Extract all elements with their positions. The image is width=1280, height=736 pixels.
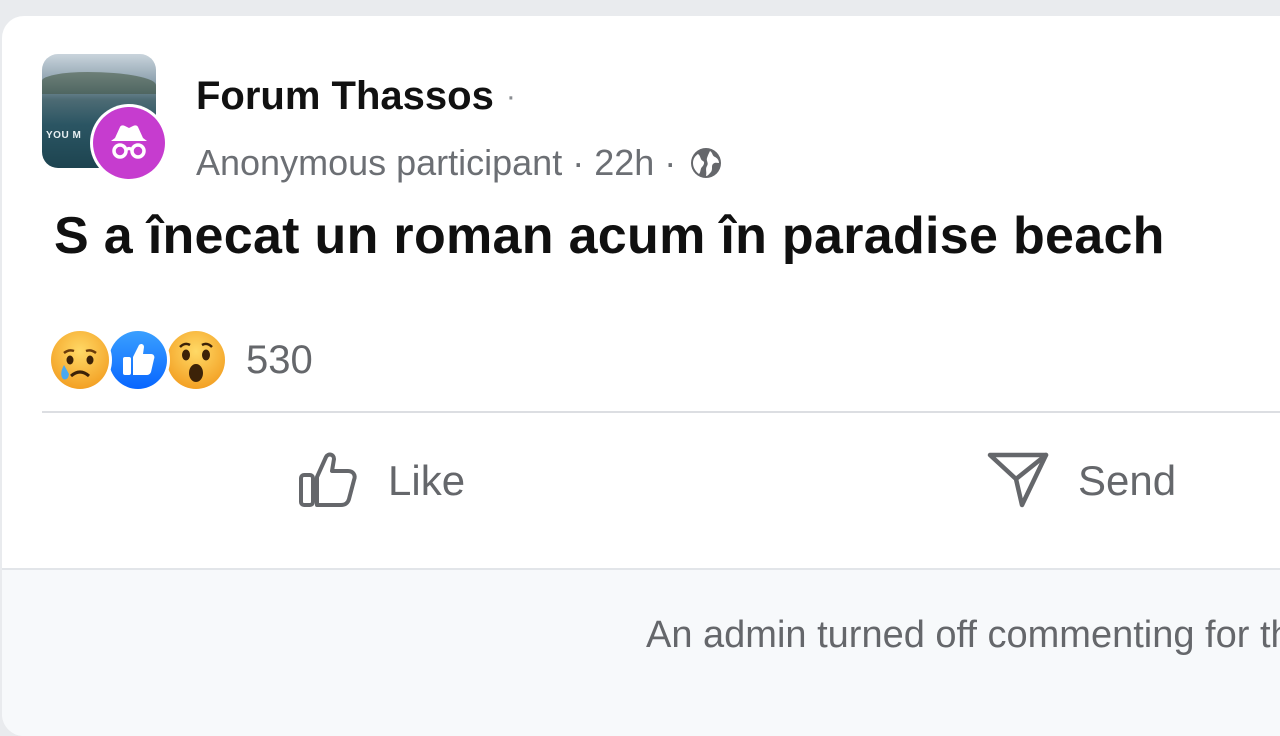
send-button[interactable]: Send — [986, 446, 1176, 516]
like-label: Like — [388, 457, 466, 504]
avatar[interactable]: YOU M — [42, 54, 172, 184]
post-body-text: S a înecat un roman acum în paradise bea… — [54, 207, 1165, 265]
globe-icon[interactable] — [688, 145, 724, 181]
send-icon — [986, 447, 1050, 516]
group-avatar-caption: YOU M — [46, 130, 82, 141]
meta-separator: · — [664, 142, 677, 183]
post-title-line: Forum Thassos · — [196, 74, 516, 119]
comments-area: An admin turned off commenting for this … — [2, 568, 1280, 736]
incognito-icon — [93, 107, 165, 179]
title-separator: · — [505, 79, 516, 113]
send-label: Send — [1078, 457, 1177, 504]
wow-reaction-icon — [164, 328, 228, 392]
post-time-link[interactable]: 22h — [594, 142, 654, 184]
group-name-link[interactable]: Forum Thassos — [196, 74, 494, 119]
post-card: YOU M Forum Thassos · Anonymous particip… — [2, 16, 1280, 736]
like-reaction-icon — [106, 328, 170, 392]
like-button[interactable]: Like — [296, 446, 465, 516]
thumbs-up-icon — [296, 447, 360, 516]
anonymous-badge — [90, 104, 168, 182]
meta-separator: · — [572, 142, 585, 183]
sad-reaction-icon — [48, 328, 112, 392]
post-meta: Anonymous participant · 22h · — [196, 142, 724, 184]
reaction-summary[interactable]: 530 — [48, 328, 313, 392]
reaction-count: 530 — [246, 337, 313, 382]
comments-disabled-notice: An admin turned off commenting for this … — [646, 614, 1280, 656]
author-label: Anonymous participant — [196, 142, 563, 183]
divider — [42, 411, 1280, 413]
post-header: YOU M Forum Thassos · Anonymous particip… — [42, 54, 942, 184]
